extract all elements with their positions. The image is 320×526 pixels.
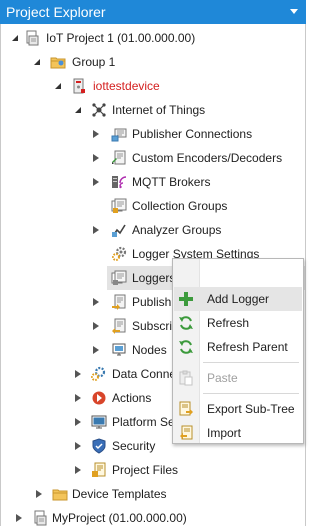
project-icon — [34, 510, 47, 526]
collapsed-arrow-icon[interactable] — [91, 297, 101, 307]
encoder-icon — [112, 150, 126, 165]
folder-icon — [52, 489, 68, 501]
tree-node-label: Project Files — [112, 463, 179, 477]
tree-node-device-templates[interactable]: Device Templates — [1, 482, 305, 506]
menu-item-import[interactable]: Import — [174, 421, 302, 445]
menu-item-label: Paste — [207, 371, 238, 385]
device-icon — [73, 78, 85, 94]
tree-node-mqtt-brokers[interactable]: MQTT Brokers — [1, 170, 305, 194]
tree-node-label: Collection Groups — [132, 199, 228, 213]
subscriptions-icon — [112, 318, 126, 334]
tree-node-label: Analyzer Groups — [132, 223, 222, 237]
tree-node-my-project[interactable]: MyProject (01.00.000.00) — [1, 506, 305, 526]
expanded-arrow-icon[interactable] — [10, 33, 20, 43]
analyzer-groups-icon — [112, 224, 126, 237]
expanded-arrow-icon[interactable] — [73, 105, 83, 115]
tree-node-label: Security — [112, 439, 156, 453]
tree-node-project[interactable]: IoT Project 1 (01.00.000.00) — [1, 26, 305, 50]
collapsed-arrow-icon[interactable] — [91, 153, 101, 163]
actions-icon — [92, 391, 106, 405]
menu-item-paste[interactable]: Paste — [174, 366, 302, 390]
panel-title-bar: Project Explorer — [0, 0, 306, 24]
menu-separator — [203, 362, 299, 363]
tree-node-label: Publisher Connections — [132, 127, 253, 141]
project-files-icon — [92, 462, 106, 477]
menu-item-label: Import — [207, 426, 242, 440]
menu-separator — [203, 393, 299, 394]
tree-node-publisher-connections[interactable]: Publisher Connections — [1, 122, 305, 146]
tree-node-label: Group 1 — [72, 55, 116, 69]
collection-groups-icon — [111, 198, 127, 213]
collapsed-arrow-icon[interactable] — [73, 441, 83, 451]
menu-item-label: Export Sub-Tree — [207, 402, 295, 416]
tree-node-label: Device Templates — [72, 487, 167, 501]
publish-icon — [112, 294, 126, 310]
collapsed-arrow-icon[interactable] — [73, 465, 83, 475]
platform-settings-icon — [91, 415, 107, 429]
collapsed-arrow-icon[interactable] — [91, 129, 101, 139]
tree-node-label: Nodes — [132, 343, 167, 357]
tree-node-iot[interactable]: Internet of Things — [1, 98, 305, 122]
menu-item-label: Add Logger — [207, 292, 270, 306]
collapsed-arrow-icon[interactable] — [91, 345, 101, 355]
project-icon — [26, 30, 39, 46]
collapsed-arrow-icon[interactable] — [73, 393, 83, 403]
group-folder-icon — [50, 57, 66, 69]
tree-node-label: IoT Project 1 (01.00.000.00) — [46, 31, 196, 45]
collapsed-arrow-icon[interactable] — [14, 513, 24, 523]
loggers-icon — [111, 270, 127, 285]
collapsed-arrow-icon[interactable] — [34, 489, 44, 499]
nodes-icon — [112, 343, 126, 356]
collapsed-arrow-icon[interactable] — [91, 225, 101, 235]
paste-icon — [179, 370, 193, 386]
refresh-icon — [179, 316, 193, 330]
data-connections-icon — [91, 366, 106, 381]
menu-item-add-logger[interactable]: Add Logger — [174, 287, 302, 311]
tree-node-collection-groups[interactable]: Collection Groups — [1, 194, 305, 218]
collapsed-arrow-icon[interactable] — [73, 369, 83, 379]
collapsed-arrow-icon[interactable] — [91, 321, 101, 331]
add-icon — [179, 292, 193, 306]
collapsed-arrow-icon[interactable] — [73, 417, 83, 427]
tree-node-custom-encoders[interactable]: Custom Encoders/Decoders — [1, 146, 305, 170]
collapsed-arrow-icon[interactable] — [91, 177, 101, 187]
refresh-parent-icon — [179, 340, 193, 354]
tree-node-label: Custom Encoders/Decoders — [132, 151, 283, 165]
tree-node-group[interactable]: Group 1 — [1, 50, 305, 74]
import-icon — [180, 425, 193, 440]
tree-node-label: Publish — [132, 295, 172, 309]
tree-node-project-files[interactable]: Project Files — [1, 458, 305, 482]
menu-item-refresh[interactable]: Refresh — [174, 311, 302, 335]
tree-node-label: Internet of Things — [112, 103, 206, 117]
dropdown-arrow-icon[interactable] — [289, 6, 299, 16]
tree-node-label: Platform Se — [112, 415, 175, 429]
context-menu: Add Logger Refresh Refresh Parent Paste … — [172, 258, 304, 444]
tree-node-label: Actions — [112, 391, 152, 405]
menu-item-refresh-parent[interactable]: Refresh Parent — [174, 335, 302, 359]
settings-gear-icon — [112, 246, 127, 261]
shield-icon — [92, 438, 106, 454]
menu-item-export-subtree[interactable]: Export Sub-Tree — [174, 397, 302, 421]
publisher-connections-icon — [111, 128, 127, 142]
tree-node-label: MyProject (01.00.000.00) — [52, 511, 187, 525]
expanded-arrow-icon[interactable] — [32, 57, 42, 67]
panel-title: Project Explorer — [6, 4, 106, 20]
iot-icon — [92, 103, 106, 117]
tree-node-label: iottestdevice — [93, 79, 160, 93]
mqtt-broker-icon — [112, 176, 127, 189]
tree-node-label: MQTT Brokers — [132, 175, 211, 189]
tree-node-label: Loggers — [132, 271, 176, 285]
tree-node-device[interactable]: iottestdevice — [1, 74, 305, 98]
menu-item-label: Refresh — [207, 316, 250, 330]
menu-item-label: Refresh Parent — [207, 340, 288, 354]
tree-node-analyzer-groups[interactable]: Analyzer Groups — [1, 218, 305, 242]
export-icon — [179, 401, 193, 416]
tree-node-label: Data Conne — [112, 367, 177, 381]
expanded-arrow-icon[interactable] — [53, 81, 63, 91]
